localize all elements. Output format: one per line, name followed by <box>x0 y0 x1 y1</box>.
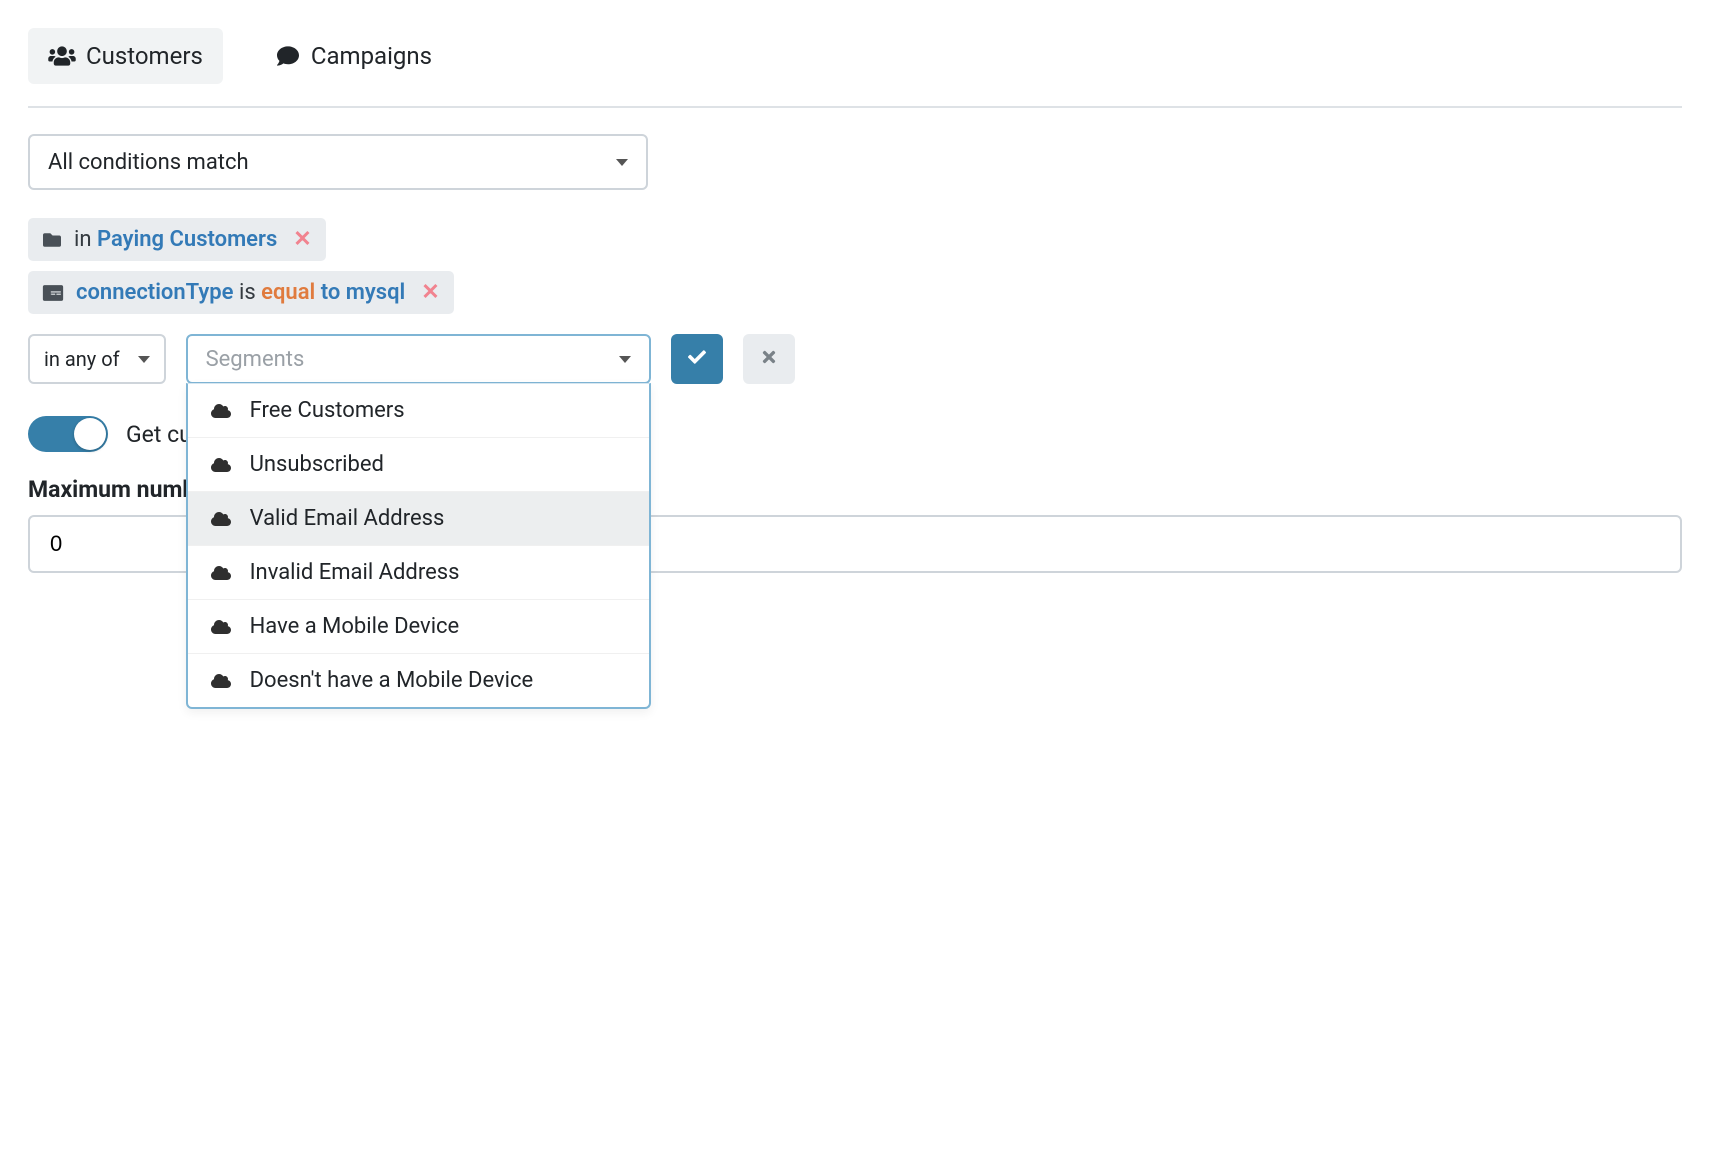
chip-field: connectionType <box>76 280 234 305</box>
segments-select-wrapper: Segments Free CustomersUnsubscribedValid… <box>186 334 651 384</box>
cloud-icon <box>210 457 232 473</box>
segment-chip[interactable]: in Paying Customers ✕ <box>28 218 326 261</box>
cancel-button[interactable] <box>743 334 795 384</box>
tab-campaigns-label: Campaigns <box>311 42 432 70</box>
chevron-down-icon <box>616 159 628 166</box>
segment-option[interactable]: Have a Mobile Device <box>188 600 649 654</box>
segment-option-label: Valid Email Address <box>250 506 445 531</box>
tab-campaigns[interactable]: Campaigns <box>255 28 452 84</box>
filter-chip[interactable]: connectionType is equal to mysql ✕ <box>28 271 454 314</box>
scope-value: in any of <box>44 347 120 371</box>
chevron-down-icon <box>138 356 150 363</box>
segment-option-label: Free Customers <box>250 398 405 423</box>
get-customers-toggle[interactable] <box>28 416 108 452</box>
segment-option-label: Invalid Email Address <box>250 560 460 585</box>
rule-builder-row: in any of Segments Free CustomersUnsubsc… <box>28 334 1682 384</box>
segment-option[interactable]: Free Customers <box>188 384 649 438</box>
tab-customers[interactable]: Customers <box>28 28 223 84</box>
chip-is-text: is <box>239 280 256 305</box>
chip-segment-name: Paying Customers <box>97 227 277 252</box>
segments-dropdown: Free Customers Unsubscribed Valid Email Ad… <box>186 383 651 709</box>
tab-customers-label: Customers <box>86 42 203 70</box>
chip-remove-icon[interactable]: ✕ <box>421 280 439 305</box>
segments-placeholder: Segments <box>206 347 305 372</box>
segment-option-label: Doesn't have a Mobile Device <box>250 668 534 693</box>
id-card-icon <box>42 284 64 302</box>
chip-in-text: in <box>74 227 92 252</box>
segment-option[interactable]: Valid Email Address <box>188 492 649 546</box>
segment-option[interactable]: Doesn't have a Mobile Device <box>188 654 649 707</box>
tabs-nav: Customers Campaigns <box>28 28 1682 84</box>
cloud-icon <box>210 673 232 689</box>
chip-value: mysql <box>346 280 406 305</box>
confirm-button[interactable] <box>671 334 723 384</box>
toggle-knob <box>74 418 106 450</box>
divider <box>28 106 1682 108</box>
condition-match-value: All conditions match <box>48 150 249 175</box>
folder-icon <box>42 231 62 249</box>
segment-option[interactable]: Invalid Email Address <box>188 546 649 600</box>
users-icon <box>48 45 76 67</box>
close-icon <box>760 347 778 372</box>
cloud-icon <box>210 511 232 527</box>
comment-icon <box>275 45 301 67</box>
chip-op: equal <box>261 280 315 305</box>
segment-option-label: Unsubscribed <box>250 452 384 477</box>
condition-match-select[interactable]: All conditions match <box>28 134 648 190</box>
segment-option-label: Have a Mobile Device <box>250 614 460 639</box>
cloud-icon <box>210 619 232 635</box>
chip-remove-icon[interactable]: ✕ <box>293 227 311 252</box>
filter-chips: in Paying Customers ✕ connectionType is … <box>28 218 1682 314</box>
cloud-icon <box>210 565 232 581</box>
chevron-down-icon <box>619 356 631 363</box>
segments-dropdown-list[interactable]: Free Customers Unsubscribed Valid Email Ad… <box>188 384 649 707</box>
cloud-icon <box>210 403 232 419</box>
segment-option[interactable]: Unsubscribed <box>188 438 649 492</box>
chip-to-text: to <box>321 280 341 305</box>
segments-select[interactable]: Segments <box>186 334 651 384</box>
check-icon <box>686 347 708 372</box>
scope-select[interactable]: in any of <box>28 334 166 384</box>
